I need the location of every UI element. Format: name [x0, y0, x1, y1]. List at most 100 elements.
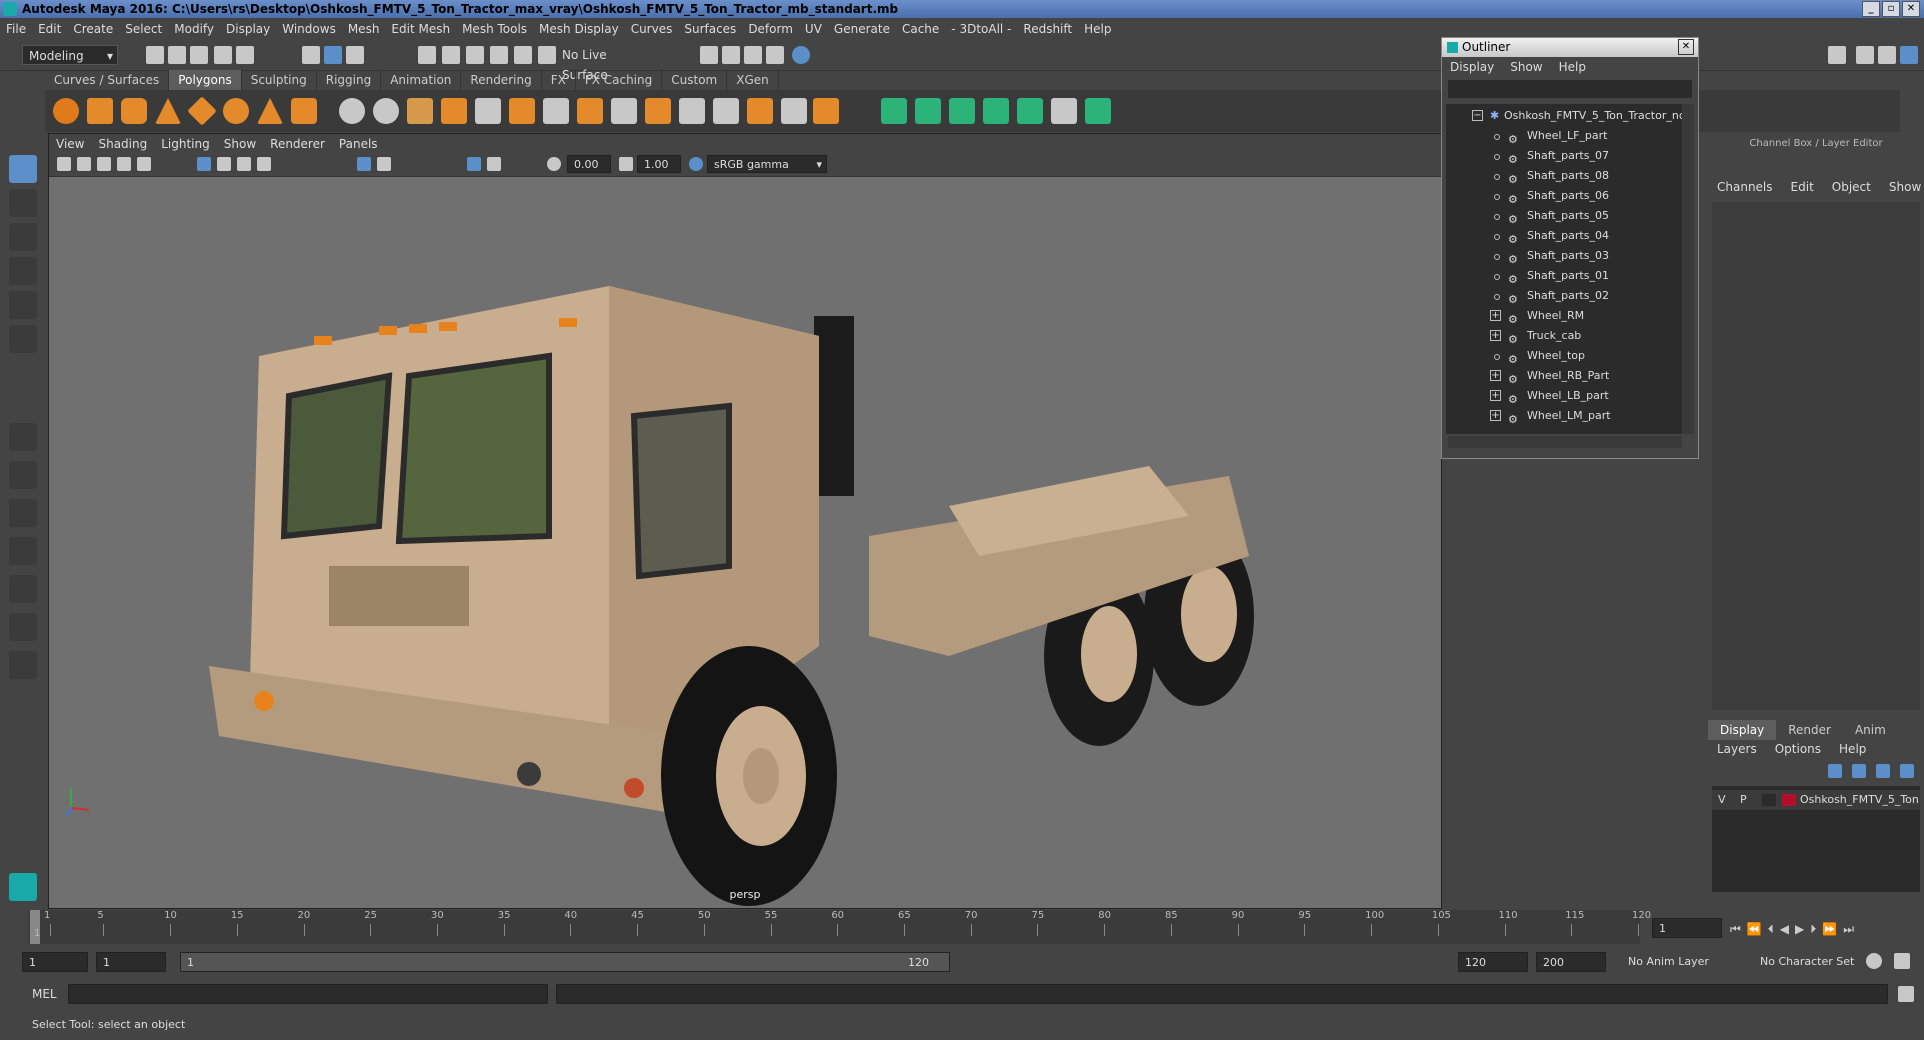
start-time-field[interactable]: 1 [22, 952, 88, 972]
play-backward-icon[interactable]: ◀ [1780, 922, 1789, 936]
uv-layout-icon[interactable] [1051, 98, 1077, 124]
motion-blur-icon[interactable] [487, 157, 501, 171]
collapse-icon[interactable]: − [1472, 110, 1483, 121]
minimize-button[interactable]: _ [1862, 1, 1880, 17]
menu-deform[interactable]: Deform [742, 22, 799, 36]
menu-redshift[interactable]: Redshift [1017, 22, 1078, 36]
smooth-shade-icon[interactable] [217, 157, 231, 171]
channel-menu-object[interactable]: Object [1823, 180, 1880, 194]
command-language-label[interactable]: MEL [32, 987, 57, 1001]
tool-settings-icon[interactable] [1878, 46, 1896, 64]
list-item[interactable]: ⚙ Shaft_parts_04 [1446, 226, 1682, 246]
layer-visibility-toggle[interactable]: V [1718, 790, 1726, 810]
expand-icon[interactable]: + [1490, 370, 1501, 381]
tab-polygons[interactable]: Polygons [169, 70, 242, 90]
list-item[interactable]: + ⚙ Wheel_LB_part [1446, 386, 1682, 406]
smooth-icon[interactable] [441, 98, 467, 124]
outliner-horizontal-scrollbar[interactable] [1448, 436, 1682, 448]
outliner-menu-display[interactable]: Display [1442, 60, 1502, 74]
poly-torus-icon[interactable] [223, 98, 249, 124]
tab-anim[interactable]: Anim [1843, 720, 1898, 740]
mirror-icon[interactable] [407, 98, 433, 124]
go-to-start-icon[interactable]: ⏮ [1730, 922, 1741, 937]
combine-icon[interactable] [339, 98, 365, 124]
textured-icon[interactable] [237, 157, 251, 171]
expand-icon[interactable]: + [1490, 390, 1501, 401]
ipr-render-icon[interactable] [744, 46, 762, 64]
uv-unfold-icon[interactable] [1017, 98, 1043, 124]
uv-spherical-icon[interactable] [949, 98, 975, 124]
poly-sphere-icon[interactable] [53, 98, 79, 124]
layer-row[interactable]: V P Oshkosh_FMTV_5_Ton [1712, 790, 1920, 810]
wireframe-icon[interactable] [197, 157, 211, 171]
command-input[interactable] [68, 984, 548, 1004]
tab-rigging[interactable]: Rigging [317, 70, 382, 90]
menu-create[interactable]: Create [67, 22, 119, 36]
snap-vertex-icon[interactable] [538, 46, 556, 64]
snap-point-icon[interactable] [466, 46, 484, 64]
tab-render[interactable]: Render [1776, 720, 1843, 740]
script-editor-icon[interactable] [1898, 986, 1914, 1002]
layer-color-swatch[interactable] [1782, 794, 1796, 806]
scale-tool-icon[interactable] [9, 325, 37, 353]
list-item[interactable]: + ⚙ Truck_cab [1446, 326, 1682, 346]
select-object-icon[interactable] [324, 46, 342, 64]
step-forward-key-icon[interactable]: ⏩ [1822, 922, 1837, 936]
time-slider[interactable]: 1 1 5 10 15 20 25 30 35 40 45 50 55 60 65 70 75 80 85 90 95… [28, 910, 1651, 944]
auto-key-icon[interactable] [1866, 953, 1882, 969]
menu-3dtoall[interactable]: - 3DtoAll - [945, 22, 1017, 36]
menu-file[interactable]: File [0, 22, 32, 36]
poly-pipe-icon[interactable] [291, 98, 317, 124]
layer-type-toggle[interactable] [1762, 794, 1776, 806]
menu-edit[interactable]: Edit [32, 22, 67, 36]
lights-icon[interactable] [257, 157, 271, 171]
truck-model[interactable] [49, 176, 1441, 908]
new-scene-icon[interactable] [146, 46, 164, 64]
live-surface-field[interactable]: No Live Surface [556, 45, 656, 82]
list-item[interactable]: ⚙ Shaft_parts_05 [1446, 206, 1682, 226]
list-item[interactable]: + ⚙ Wheel_LM_part [1446, 406, 1682, 426]
extrude-icon[interactable] [509, 98, 535, 124]
go-to-end-icon[interactable]: ⏭ [1843, 922, 1854, 937]
snap-curve-icon[interactable] [442, 46, 460, 64]
playback-end-field[interactable]: 120 [1458, 952, 1528, 972]
uv-automatic-icon[interactable] [983, 98, 1009, 124]
step-forward-frame-icon[interactable]: ⏵ [1810, 922, 1816, 937]
snap-surface-icon[interactable] [514, 46, 532, 64]
move-layer-up-icon[interactable] [1876, 764, 1890, 778]
merge-icon[interactable] [747, 98, 773, 124]
select-component-icon[interactable] [346, 46, 364, 64]
menu-mesh-display[interactable]: Mesh Display [533, 22, 625, 36]
animation-prefs-icon[interactable] [1894, 953, 1910, 969]
channel-menu-edit[interactable]: Edit [1782, 180, 1823, 194]
outliner-menu-help[interactable]: Help [1551, 60, 1594, 74]
render-view-icon[interactable] [700, 46, 718, 64]
bevel-icon[interactable] [577, 98, 603, 124]
close-button[interactable]: ✕ [1902, 1, 1920, 17]
end-time-field[interactable]: 200 [1536, 952, 1606, 972]
tab-curves-surfaces[interactable]: Curves / Surfaces [45, 70, 170, 90]
list-item[interactable]: ⚙ Shaft_parts_03 [1446, 246, 1682, 266]
expand-icon[interactable]: + [1490, 410, 1501, 421]
menu-cache[interactable]: Cache [896, 22, 945, 36]
list-item[interactable]: ⚙ Shaft_parts_08 [1446, 166, 1682, 186]
ambient-occlusion-icon[interactable] [467, 157, 481, 171]
poly-plane-icon[interactable] [187, 96, 217, 126]
menu-display[interactable]: Display [220, 22, 276, 36]
open-scene-icon[interactable] [168, 46, 186, 64]
layer-playback-toggle[interactable]: P [1740, 790, 1747, 810]
list-item[interactable]: + ⚙ Wheel_RB_Part [1446, 366, 1682, 386]
lasso-tool-icon[interactable] [9, 189, 37, 217]
layer-menu-layers[interactable]: Layers [1708, 742, 1766, 756]
select-tool-icon[interactable] [9, 155, 37, 183]
custom-layout-icon[interactable] [9, 651, 37, 679]
list-item[interactable]: ⚙ Shaft_parts_01 [1446, 266, 1682, 286]
layer-menu-options[interactable]: Options [1766, 742, 1830, 756]
outliner-search-input[interactable] [1448, 80, 1692, 98]
outliner-vertical-scrollbar[interactable] [1682, 104, 1694, 434]
menu-mesh[interactable]: Mesh [342, 22, 386, 36]
two-view-layout-icon[interactable] [9, 499, 37, 527]
image-plane-icon[interactable] [117, 157, 131, 171]
tab-custom[interactable]: Custom [662, 70, 728, 90]
poly-cylinder-icon[interactable] [121, 98, 147, 124]
